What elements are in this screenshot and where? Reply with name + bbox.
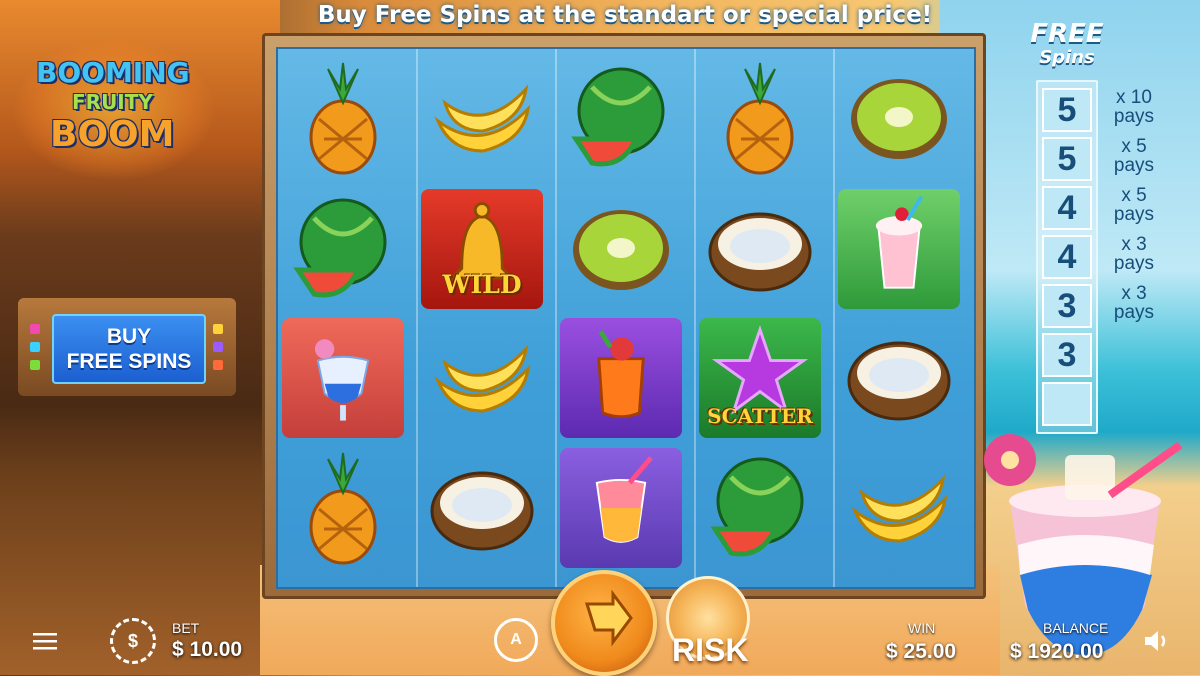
reel-cell-coconut xyxy=(417,445,547,570)
game-logo: BOOMING FRUITY BOOM xyxy=(14,40,214,180)
pays-multiplier: x 3 pays xyxy=(1104,235,1164,273)
free-spins-label: FREE SPINS xyxy=(66,350,192,373)
banana-symbol xyxy=(434,83,531,153)
logo-word-boom: BOOM xyxy=(50,114,175,155)
chip-symbol: $ xyxy=(127,630,138,651)
reel-cell-scatter-star: SCATTER xyxy=(695,315,825,440)
pays-mult-text: x 5 xyxy=(1121,136,1147,157)
pays-label-text: pays xyxy=(1113,253,1155,274)
free-spins-rung: 3 xyxy=(1042,333,1092,377)
gem-decoration xyxy=(213,342,223,352)
logo-word-fruity: FRUITY xyxy=(72,90,153,114)
scatter-label: SCATTER xyxy=(707,404,813,428)
reel-cell-banana xyxy=(417,315,547,440)
pink-cocktail-symbol xyxy=(595,455,653,543)
reel-cell-banana xyxy=(417,55,547,180)
sound-icon[interactable] xyxy=(1142,628,1172,654)
gem-decoration xyxy=(213,324,223,334)
reel-cell-blue-cocktail xyxy=(278,315,408,440)
banana-symbol xyxy=(851,473,948,543)
reel-cell-kiwi xyxy=(556,186,686,311)
reel-cell-pink-cocktail xyxy=(556,445,686,570)
pays-multiplier: x 5 pays xyxy=(1104,186,1164,224)
promo-headline: Buy Free Spins at the standart or specia… xyxy=(317,2,933,28)
balance-label: BALANCE xyxy=(1043,620,1109,636)
reel-cell-pineapple xyxy=(278,55,408,180)
gem-decoration xyxy=(30,360,40,370)
free-spins-ladder: 5 5 4 4 3 3 xyxy=(1036,80,1098,434)
watermelon-symbol xyxy=(293,198,387,297)
reel-cell-milkshake xyxy=(834,186,964,311)
pineapple-symbol xyxy=(309,452,377,564)
pays-mult-text: x 3 xyxy=(1121,283,1147,304)
buy-label: BUY xyxy=(106,325,152,348)
banana-symbol xyxy=(434,343,531,413)
bet-label: BET xyxy=(172,620,200,636)
pays-mult-text: x 5 xyxy=(1121,185,1147,206)
gem-decoration xyxy=(30,324,40,334)
reel-cell-wild-bell: WILD xyxy=(417,186,547,311)
reel-cell-pineapple xyxy=(278,445,408,570)
reel-cell-coconut xyxy=(695,186,825,311)
reel-board: WILD SCATTER xyxy=(262,33,986,599)
free-spins-rung: 3 xyxy=(1042,284,1092,328)
reel-area: WILD SCATTER xyxy=(276,47,976,589)
coconut-symbol xyxy=(430,471,534,550)
milkshake-symbol xyxy=(875,195,923,289)
reel-cell-watermelon xyxy=(556,55,686,180)
coconut-symbol xyxy=(708,212,812,291)
buy-free-spins-sign: BUY FREE SPINS xyxy=(18,298,236,396)
pays-multiplier: x 10 pays xyxy=(1104,88,1164,126)
pays-multiplier: x 5 pays xyxy=(1104,137,1164,175)
autoplay-icon[interactable]: A xyxy=(494,618,538,662)
reel-cell-orange-cocktail xyxy=(556,315,686,440)
reel-cell-coconut xyxy=(834,315,964,440)
free-spins-title-line2: Spins xyxy=(1039,47,1095,68)
watermelon-symbol xyxy=(571,67,665,166)
free-spins-rung: 4 xyxy=(1042,186,1092,230)
free-spins-rung: 5 xyxy=(1042,88,1092,132)
orange-cocktail-symbol xyxy=(597,329,645,418)
wild-label: WILD xyxy=(442,270,522,299)
pays-label-text: pays xyxy=(1113,204,1155,225)
reel-cell-banana xyxy=(834,445,964,570)
free-spins-rung: 5 xyxy=(1042,137,1092,181)
reel-cell-pineapple xyxy=(695,55,825,180)
watermelon-symbol xyxy=(710,457,804,556)
kiwi-symbol xyxy=(573,209,669,290)
free-spins-title: FREE Spins xyxy=(1022,20,1112,68)
pays-label-text: pays xyxy=(1113,302,1155,323)
bet-value: $ 10.00 xyxy=(172,638,243,661)
free-spins-rung: 4 xyxy=(1042,235,1092,279)
win-label: WIN xyxy=(908,620,936,636)
bet-chip-icon[interactable]: $ xyxy=(110,618,156,664)
reel-cell-kiwi xyxy=(834,55,964,180)
pineapple-symbol xyxy=(726,62,794,174)
autoplay-letter: A xyxy=(510,631,522,648)
reel-cell-watermelon xyxy=(278,186,408,311)
coconut-symbol xyxy=(847,341,951,420)
risk-button[interactable]: RISK xyxy=(672,632,748,669)
gem-decoration xyxy=(213,360,223,370)
pays-label-text: pays xyxy=(1113,106,1155,127)
win-value: $ 25.00 xyxy=(886,640,957,663)
logo-word-booming: BOOMING xyxy=(36,56,190,89)
pays-mult-text: x 10 xyxy=(1116,87,1152,108)
kiwi-symbol xyxy=(851,78,947,159)
blue-cocktail-symbol xyxy=(314,338,370,421)
gem-decoration xyxy=(30,342,40,352)
free-spins-title-line1: FREE xyxy=(1030,19,1104,49)
buy-free-spins-button[interactable]: BUY FREE SPINS xyxy=(52,314,206,384)
pays-mult-text: x 3 xyxy=(1121,234,1147,255)
spin-button[interactable] xyxy=(551,570,657,676)
pays-label-text: pays xyxy=(1113,155,1155,176)
balance-value: $ 1920.00 xyxy=(1010,640,1104,663)
pineapple-symbol xyxy=(309,62,377,174)
spin-arrow-icon xyxy=(584,589,633,647)
reel-cell-watermelon xyxy=(695,445,825,570)
pays-multiplier: x 3 pays xyxy=(1104,284,1164,322)
menu-icon[interactable] xyxy=(32,628,58,654)
